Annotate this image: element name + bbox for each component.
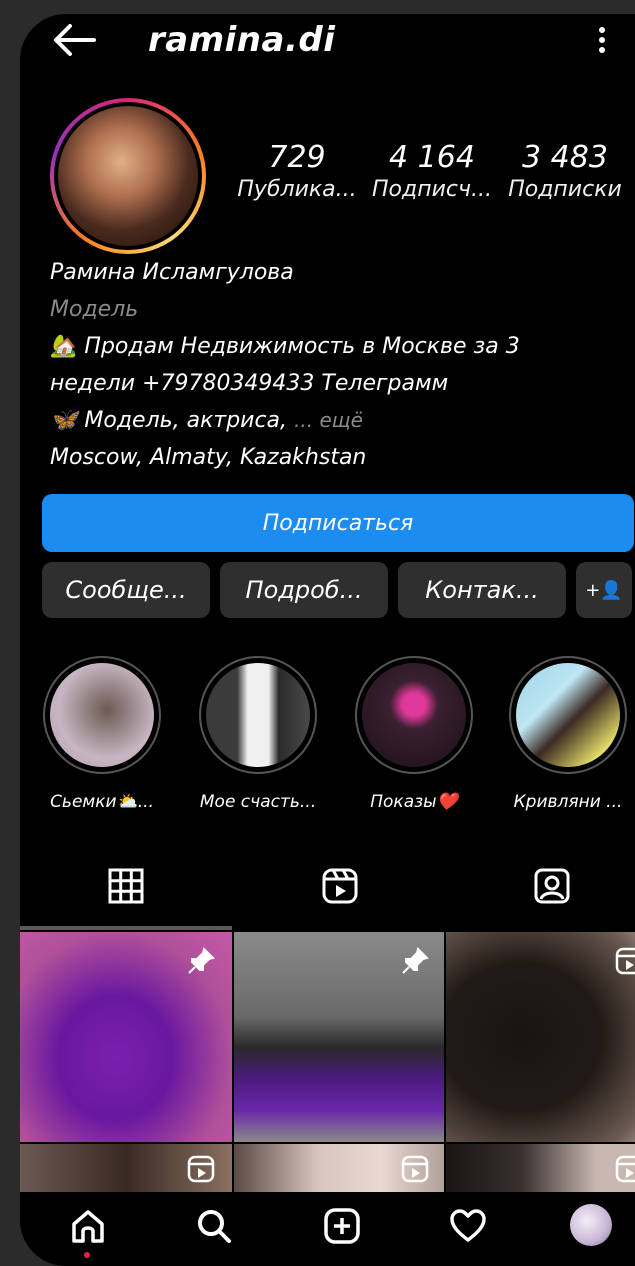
- highlight-item[interactable]: Мое счасть...: [196, 656, 320, 812]
- highlight-ring: [355, 656, 473, 774]
- bio-line-3: 🦋 Модель, актриса, ... ещё: [50, 402, 630, 439]
- notification-dot: [84, 1252, 90, 1258]
- profile-avatar[interactable]: [570, 1204, 612, 1246]
- add-user-icon: +👤: [585, 579, 623, 601]
- add-user-button[interactable]: +👤: [576, 562, 632, 618]
- highlight-label: Сьемки⛅...: [50, 792, 154, 812]
- highlight-label: Кривляни ...: [513, 792, 623, 812]
- stat-posts-count: 729: [268, 140, 326, 175]
- stat-following[interactable]: 3 483 Подписки: [502, 140, 628, 202]
- post-thumbnail[interactable]: [20, 932, 232, 1142]
- home-icon[interactable]: [68, 1206, 108, 1246]
- details-button[interactable]: Подроб...: [220, 562, 388, 618]
- reels-badge-icon: [615, 947, 635, 975]
- grid-icon[interactable]: [106, 866, 146, 906]
- highlight-cover: [516, 663, 620, 767]
- highlight-label: Мое счасть...: [199, 792, 317, 812]
- post-thumbnail[interactable]: [446, 932, 635, 1142]
- profile-full-name: Рамина Исламгулова: [50, 260, 294, 285]
- post-thumbnail[interactable]: [234, 1144, 444, 1192]
- reels-icon[interactable]: [320, 866, 360, 906]
- highlight-ring: [43, 656, 161, 774]
- profile-location: Moscow, Almaty, Kazakhstan: [50, 445, 367, 470]
- pin-icon: [402, 947, 429, 974]
- more-options-icon[interactable]: [590, 20, 614, 60]
- reels-badge-icon: [615, 1155, 635, 1183]
- tagged-icon[interactable]: [532, 866, 572, 906]
- stat-posts-label: Публика...: [237, 177, 357, 202]
- highlight-ring: [509, 656, 627, 774]
- highlight-item[interactable]: Кривляни ...: [506, 656, 630, 812]
- profile-category: Модель: [50, 297, 139, 322]
- profile-username: ramina.di: [148, 20, 336, 60]
- highlight-label: Показы❤️: [370, 792, 458, 812]
- house-icon: 🏡: [50, 334, 78, 359]
- pin-icon: [188, 947, 215, 974]
- avatar-photo: [58, 106, 198, 246]
- butterfly-icon: 🦋: [50, 408, 78, 433]
- profile-bio: Рамина Исламгулова Модель 🏡 Продам Недви…: [50, 254, 630, 476]
- bio-line-2: недели +79780349433 Телеграмм: [50, 371, 449, 396]
- stat-followers-label: Подписч...: [372, 177, 492, 202]
- stat-following-label: Подписки: [508, 177, 622, 202]
- highlight-item[interactable]: Показы❤️: [352, 656, 476, 812]
- contacts-button[interactable]: Контак...: [398, 562, 566, 618]
- bio-line-1-text: Продам Недвижимость в Москве за 3: [84, 334, 520, 359]
- bottom-navigation: [20, 1192, 635, 1266]
- follow-button[interactable]: Подписаться: [42, 494, 634, 552]
- highlight-item[interactable]: Сьемки⛅...: [40, 656, 164, 812]
- bio-line-3-text: Модель, актриса,: [84, 408, 288, 433]
- reels-badge-icon: [187, 1155, 215, 1183]
- top-bar: ramina.di: [20, 14, 635, 74]
- avatar-frame: [54, 102, 202, 250]
- stat-followers[interactable]: 4 164 Подписч...: [366, 140, 498, 202]
- bio-more-link[interactable]: ... ещё: [294, 408, 363, 432]
- heart-icon[interactable]: [448, 1206, 488, 1246]
- active-tab-indicator: [20, 926, 232, 930]
- search-icon[interactable]: [194, 1206, 234, 1246]
- stat-posts[interactable]: 729 Публика...: [232, 140, 362, 202]
- bio-line-1: 🏡 Продам Недвижимость в Москве за 3: [50, 328, 630, 365]
- highlight-cover: [50, 663, 154, 767]
- post-thumbnail[interactable]: [446, 1144, 635, 1192]
- reels-badge-icon: [401, 1155, 429, 1183]
- highlight-cover: [206, 663, 310, 767]
- back-arrow-icon[interactable]: [50, 20, 98, 60]
- post-thumbnail[interactable]: [20, 1144, 232, 1192]
- profile-avatar[interactable]: [50, 98, 206, 254]
- stat-following-count: 3 483: [522, 140, 608, 175]
- highlight-cover: [362, 663, 466, 767]
- create-icon[interactable]: [322, 1206, 362, 1246]
- post-thumbnail[interactable]: [234, 932, 444, 1142]
- profile-screen: ramina.di 729 Публика... 4 164 Подписч..…: [20, 14, 635, 1266]
- stat-followers-count: 4 164: [389, 140, 475, 175]
- highlight-ring: [199, 656, 317, 774]
- message-button[interactable]: Сообще...: [42, 562, 210, 618]
